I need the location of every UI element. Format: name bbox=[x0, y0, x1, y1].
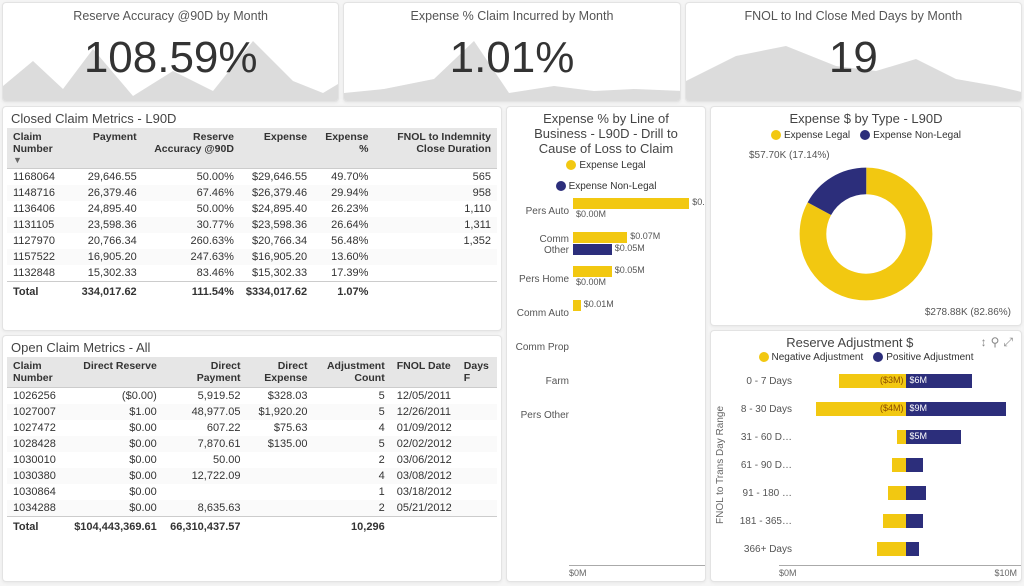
col-payment[interactable]: Payment bbox=[76, 128, 143, 169]
closed-claim-card[interactable]: Closed Claim Metrics - L90D Claim Number… bbox=[2, 106, 502, 331]
table-row[interactable]: 1034288$0.008,635.63205/21/2012 bbox=[7, 500, 497, 517]
bar-row[interactable]: Pers Auto $0.15M $0.00M bbox=[515, 198, 697, 224]
col-days[interactable]: Days F bbox=[458, 357, 497, 388]
kpi-reserve-accuracy[interactable]: Reserve Accuracy @90D by Month 108.59% bbox=[2, 2, 339, 102]
table-row[interactable]: 112797020,766.34260.63%$20,766.3456.48%1… bbox=[7, 233, 497, 249]
donut-svg bbox=[796, 164, 936, 304]
col-adj[interactable]: Adjustment Count bbox=[313, 357, 390, 388]
dashboard: Reserve Accuracy @90D by Month 108.59% E… bbox=[0, 0, 1024, 584]
donut-slice-label-nonlegal: $57.70K (17.14%) bbox=[749, 149, 830, 162]
kpi-value: 108.59% bbox=[84, 23, 258, 93]
left-column: Closed Claim Metrics - L90D Claim Number… bbox=[2, 106, 502, 582]
kpi-title: Expense % Claim Incurred by Month bbox=[411, 3, 614, 23]
open-claim-table[interactable]: Claim Number Direct Reserve Direct Payme… bbox=[7, 357, 497, 535]
panel-title: Open Claim Metrics - All bbox=[3, 336, 501, 357]
col-claim[interactable]: Claim Number▼ bbox=[7, 128, 76, 169]
adj-bar-chart[interactable]: 0 - 7 Days ($3M) $6M 8 - 30 Days ($4M) $… bbox=[728, 367, 1017, 563]
table-row[interactable]: 1027472$0.00607.22$75.63401/09/2012 bbox=[7, 420, 497, 436]
kpi-value: 19 bbox=[829, 23, 878, 93]
reserve-adj-card[interactable]: Reserve Adjustment $ ↕ ⚲ ⤢ Negative Adju… bbox=[710, 330, 1022, 582]
bar-row[interactable]: Comm Prop bbox=[515, 334, 697, 360]
donut-slice-label-legal: $278.88K (82.86%) bbox=[925, 306, 1011, 319]
lob-x-axis: $0M bbox=[569, 565, 705, 581]
panel-title: Reserve Adjustment $ bbox=[719, 335, 981, 350]
bar-row[interactable]: Comm Other $0.07M $0.05M bbox=[515, 232, 697, 258]
table-row[interactable]: 115752216,905.20247.63%$16,905.2013.60% bbox=[7, 249, 497, 265]
col-expense[interactable]: Direct Expense bbox=[247, 357, 314, 388]
kpi-fnol-days[interactable]: FNOL to Ind Close Med Days by Month 19 bbox=[685, 2, 1022, 102]
table-row[interactable]: 1027007$1.0048,977.05$1,920.20512/26/201… bbox=[7, 404, 497, 420]
panel-title: Expense % by Line of Business - L90D - D… bbox=[507, 107, 705, 158]
bar-row[interactable]: 8 - 30 Days ($4M) $9M bbox=[728, 399, 1017, 419]
card-toolbar: ↕ ⚲ ⤢ bbox=[981, 335, 1013, 350]
bar-row[interactable]: Pers Other bbox=[515, 402, 697, 428]
table-row[interactable]: 1030010$0.0050.00203/06/2012 bbox=[7, 452, 497, 468]
bar-row[interactable]: Comm Auto $0.01M bbox=[515, 300, 697, 326]
bar-row[interactable]: 91 - 180 … bbox=[728, 483, 1017, 503]
lob-card[interactable]: Expense % by Line of Business - L90D - D… bbox=[506, 106, 706, 582]
adj-x-axis: $0M$10M bbox=[779, 565, 1021, 581]
sort-icon[interactable]: ↕ bbox=[981, 335, 987, 350]
col-expense[interactable]: Expense bbox=[240, 128, 313, 169]
table-total-row: Total 334,017.62 111.54% $334,017.62 1.0… bbox=[7, 282, 497, 301]
bar-row[interactable]: Farm bbox=[515, 368, 697, 394]
closed-claim-table[interactable]: Claim Number▼ Payment Reserve Accuracy @… bbox=[7, 128, 497, 300]
col-payment[interactable]: Direct Payment bbox=[163, 357, 247, 388]
kpi-row: Reserve Accuracy @90D by Month 108.59% E… bbox=[2, 2, 1022, 102]
table-row[interactable]: 113640624,895.4050.00%$24,895.4026.23%1,… bbox=[7, 201, 497, 217]
adj-y-axis-label: FNOL to Trans Day Range bbox=[713, 367, 728, 563]
table-row[interactable]: 1030380$0.0012,722.09403/08/2012 bbox=[7, 468, 497, 484]
bar-row[interactable]: 0 - 7 Days ($3M) $6M bbox=[728, 371, 1017, 391]
kpi-expense-pct[interactable]: Expense % Claim Incurred by Month 1.01% bbox=[343, 2, 680, 102]
right-column: Expense $ by Type - L90D Expense Legal E… bbox=[710, 106, 1022, 582]
col-date[interactable]: FNOL Date bbox=[391, 357, 458, 388]
lob-legend: Expense Legal Expense Non-Legal bbox=[507, 158, 705, 194]
adj-legend: Negative Adjustment Positive Adjustment bbox=[711, 350, 1021, 365]
table-row[interactable]: 116806429,646.5550.00%$29,646.5549.70%56… bbox=[7, 169, 497, 186]
panel-title: Expense $ by Type - L90D bbox=[711, 107, 1021, 128]
open-claim-card[interactable]: Open Claim Metrics - All Claim Number Di… bbox=[2, 335, 502, 582]
filter-icon[interactable]: ⚲ bbox=[991, 335, 1000, 350]
kpi-title: FNOL to Ind Close Med Days by Month bbox=[744, 3, 962, 23]
table-row[interactable]: 1026256($0.00)5,919.52$328.03512/05/2011 bbox=[7, 388, 497, 405]
col-reserve[interactable]: Direct Reserve bbox=[68, 357, 163, 388]
col-reserve[interactable]: Reserve Accuracy @90D bbox=[143, 128, 240, 169]
bar-row[interactable]: 366+ Days bbox=[728, 539, 1017, 559]
table-row[interactable]: 113284815,302.3383.46%$15,302.3317.39% bbox=[7, 265, 497, 282]
col-claim[interactable]: Claim Number bbox=[7, 357, 68, 388]
col-fnol[interactable]: FNOL to Indemnity Close Duration bbox=[374, 128, 497, 169]
bar-row[interactable]: 61 - 90 D… bbox=[728, 455, 1017, 475]
bar-row[interactable]: Pers Home $0.05M $0.00M bbox=[515, 266, 697, 292]
main-row: Closed Claim Metrics - L90D Claim Number… bbox=[2, 106, 1022, 582]
table-total-row: Total $104,443,369.61 66,310,437.57 10,2… bbox=[7, 517, 497, 536]
bar-row[interactable]: 181 - 365… bbox=[728, 511, 1017, 531]
table-row[interactable]: 114871626,379.4667.46%$26,379.4629.94%95… bbox=[7, 185, 497, 201]
donut-legend: Expense Legal Expense Non-Legal bbox=[711, 128, 1021, 143]
col-expensepct[interactable]: Expense % bbox=[313, 128, 374, 169]
table-row[interactable]: 1028428$0.007,870.61$135.00502/02/2012 bbox=[7, 436, 497, 452]
donut-card[interactable]: Expense $ by Type - L90D Expense Legal E… bbox=[710, 106, 1022, 326]
kpi-value: 1.01% bbox=[450, 23, 575, 93]
table-row[interactable]: 113110523,598.3630.77%$23,598.3626.64%1,… bbox=[7, 217, 497, 233]
focus-icon[interactable]: ⤢ bbox=[1003, 335, 1013, 350]
donut-chart[interactable]: $57.70K (17.14%) $278.88K (82.86%) bbox=[711, 143, 1021, 325]
table-row[interactable]: 1030864$0.00103/18/2012 bbox=[7, 484, 497, 500]
bar-row[interactable]: 31 - 60 D… $5M bbox=[728, 427, 1017, 447]
kpi-title: Reserve Accuracy @90D by Month bbox=[73, 3, 268, 23]
lob-bar-chart[interactable]: Pers Auto $0.15M $0.00M Comm Other $0.07… bbox=[507, 194, 705, 565]
panel-title: Closed Claim Metrics - L90D bbox=[3, 107, 501, 128]
